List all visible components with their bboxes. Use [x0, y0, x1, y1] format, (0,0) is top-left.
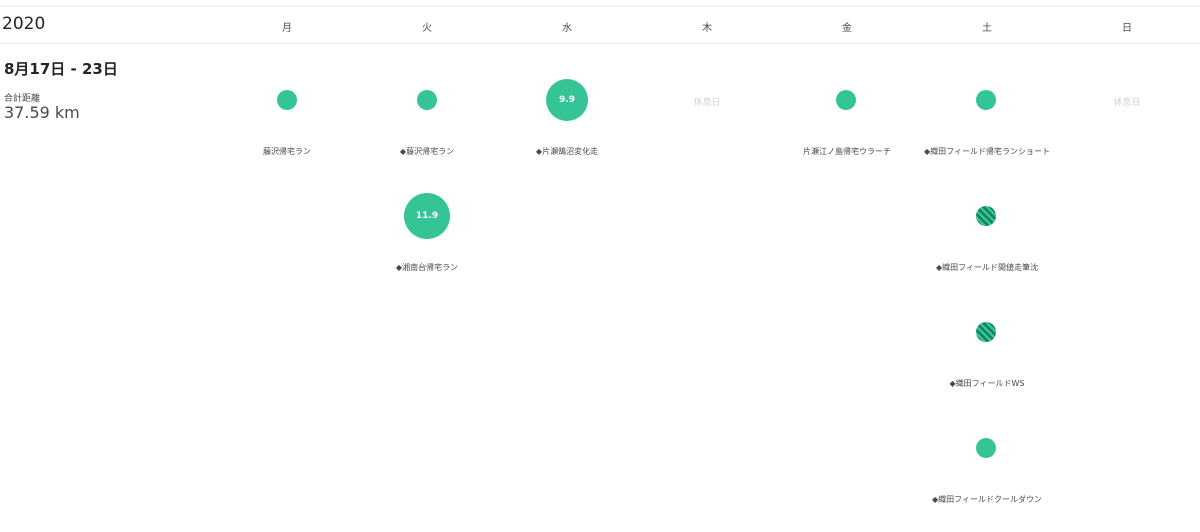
- activity-name-tue-2[interactable]: ◆湘南台帰宅ラン: [347, 262, 507, 273]
- activity-dot-tue-1[interactable]: [417, 90, 437, 110]
- activity-dot-sat-1[interactable]: [976, 90, 996, 110]
- activity-name-sat-2[interactable]: ◆織田フィールド間値走筆沈: [907, 262, 1067, 273]
- day-header-sat: 土: [982, 23, 992, 34]
- day-header-sun: 日: [1122, 23, 1132, 34]
- activity-name-tue-1[interactable]: ◆藤沢帰宅ラン: [347, 146, 507, 157]
- day-header-tue: 火: [422, 23, 432, 34]
- activity-dot-sat-3[interactable]: [976, 322, 996, 342]
- rest-day-sun: 休息日: [1113, 98, 1141, 108]
- day-header-mon: 月: [282, 23, 292, 34]
- activity-dot-fri-1[interactable]: [836, 90, 856, 110]
- year-label: 2020: [2, 14, 46, 34]
- week-range: 8月17日 - 23日: [4, 60, 118, 78]
- distance-value: 37.59 km: [4, 103, 80, 122]
- activity-name-sat-1[interactable]: ◆織田フィールド帰宅ランショート: [907, 146, 1067, 157]
- activity-dot-wed-1[interactable]: 9.9: [546, 79, 588, 121]
- activity-name-mon-1[interactable]: 藤沢帰宅ラン: [207, 146, 367, 157]
- activity-name-wed-1[interactable]: ◆片瀬鵠沼変化走: [487, 146, 647, 157]
- day-header-wed: 水: [562, 23, 572, 34]
- activity-dot-sat-4[interactable]: [976, 438, 996, 458]
- activity-dot-tue-2[interactable]: 11.9: [404, 193, 450, 239]
- activity-name-fri-1[interactable]: 片瀬江ノ島帰宅ウラーチ: [767, 146, 927, 157]
- activity-dot-mon-1[interactable]: [277, 90, 297, 110]
- activity-dot-sat-2[interactable]: [976, 206, 996, 226]
- day-header-fri: 金: [842, 23, 852, 34]
- rest-day-thu: 休息日: [693, 98, 721, 108]
- activity-name-sat-4[interactable]: ◆織田フィールドクールダウン: [907, 494, 1067, 505]
- day-header-thu: 木: [702, 23, 712, 34]
- activity-name-sat-3[interactable]: ◆織田フィールドWS: [907, 378, 1067, 389]
